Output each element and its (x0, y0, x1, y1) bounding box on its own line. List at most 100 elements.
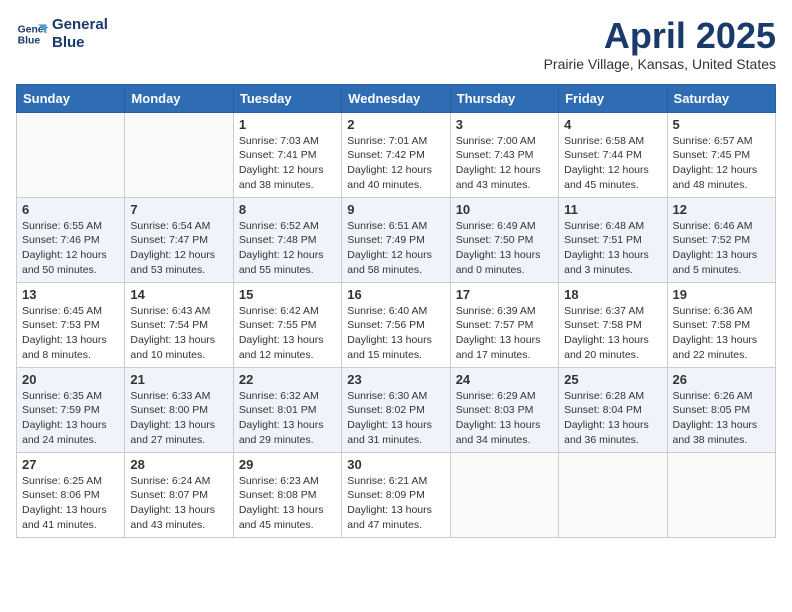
day-number: 20 (22, 372, 119, 387)
day-info: Sunrise: 6:42 AM Sunset: 7:55 PM Dayligh… (239, 304, 336, 363)
day-info: Sunrise: 6:29 AM Sunset: 8:03 PM Dayligh… (456, 389, 553, 448)
day-number: 21 (130, 372, 227, 387)
day-info: Sunrise: 6:40 AM Sunset: 7:56 PM Dayligh… (347, 304, 444, 363)
logo-text-general: General (52, 16, 108, 34)
day-number: 24 (456, 372, 553, 387)
calendar-cell: 29 Sunrise: 6:23 AM Sunset: 8:08 PM Dayli… (233, 452, 341, 537)
day-info: Sunrise: 7:00 AM Sunset: 7:43 PM Dayligh… (456, 134, 553, 193)
header-saturday: Saturday (667, 84, 775, 112)
day-info: Sunrise: 6:51 AM Sunset: 7:49 PM Dayligh… (347, 219, 444, 278)
day-number: 2 (347, 117, 444, 132)
calendar-cell (667, 452, 775, 537)
calendar-cell: 1 Sunrise: 7:03 AM Sunset: 7:41 PM Daylig… (233, 112, 341, 197)
calendar-cell: 10Sunrise: 6:49 AM Sunset: 7:50 PM Dayli… (450, 197, 558, 282)
day-info: Sunrise: 6:28 AM Sunset: 8:04 PM Dayligh… (564, 389, 661, 448)
day-number: 11 (564, 202, 661, 217)
day-info: Sunrise: 6:58 AM Sunset: 7:44 PM Dayligh… (564, 134, 661, 193)
main-title: April 2025 (544, 16, 776, 56)
day-number: 15 (239, 287, 336, 302)
calendar-week-1: 1 Sunrise: 7:03 AM Sunset: 7:41 PM Daylig… (17, 112, 776, 197)
calendar-cell: 2Sunrise: 7:01 AM Sunset: 7:42 PM Daylig… (342, 112, 450, 197)
title-block: April 2025 Prairie Village, Kansas, Unit… (544, 16, 776, 72)
day-number: 18 (564, 287, 661, 302)
calendar-cell: 15 Sunrise: 6:42 AM Sunset: 7:55 PM Dayli… (233, 282, 341, 367)
subtitle: Prairie Village, Kansas, United States (544, 56, 776, 72)
calendar-cell (450, 452, 558, 537)
day-info: Sunrise: 6:48 AM Sunset: 7:51 PM Dayligh… (564, 219, 661, 278)
day-number: 8 (239, 202, 336, 217)
header-wednesday: Wednesday (342, 84, 450, 112)
header-tuesday: Tuesday (233, 84, 341, 112)
day-number: 16 (347, 287, 444, 302)
day-info: Sunrise: 6:49 AM Sunset: 7:50 PM Dayligh… (456, 219, 553, 278)
calendar-cell: 19Sunrise: 6:36 AM Sunset: 7:58 PM Dayli… (667, 282, 775, 367)
logo: General Blue General Blue (16, 16, 108, 52)
day-number: 5 (673, 117, 770, 132)
calendar-week-5: 27 Sunrise: 6:25 AM Sunset: 8:06 PM Dayli… (17, 452, 776, 537)
calendar-cell: 12 Sunrise: 6:46 AM Sunset: 7:52 PM Dayli… (667, 197, 775, 282)
calendar-cell (17, 112, 125, 197)
day-info: Sunrise: 6:52 AM Sunset: 7:48 PM Dayligh… (239, 219, 336, 278)
calendar-cell: 18Sunrise: 6:37 AM Sunset: 7:58 PM Dayli… (559, 282, 667, 367)
day-number: 17 (456, 287, 553, 302)
page-header: General Blue General Blue April 2025 Pra… (16, 16, 776, 72)
day-info: Sunrise: 6:46 AM Sunset: 7:52 PM Dayligh… (673, 219, 770, 278)
calendar-cell: 21Sunrise: 6:33 AM Sunset: 8:00 PM Dayli… (125, 367, 233, 452)
header-monday: Monday (125, 84, 233, 112)
calendar-cell: 9 Sunrise: 6:51 AM Sunset: 7:49 PM Daylig… (342, 197, 450, 282)
calendar-cell: 20Sunrise: 6:35 AM Sunset: 7:59 PM Dayli… (17, 367, 125, 452)
day-info: Sunrise: 6:21 AM Sunset: 8:09 PM Dayligh… (347, 474, 444, 533)
header-sunday: Sunday (17, 84, 125, 112)
day-number: 19 (673, 287, 770, 302)
calendar-week-2: 6Sunrise: 6:55 AM Sunset: 7:46 PM Daylig… (17, 197, 776, 282)
day-info: Sunrise: 6:45 AM Sunset: 7:53 PM Dayligh… (22, 304, 119, 363)
calendar-week-4: 20Sunrise: 6:35 AM Sunset: 7:59 PM Dayli… (17, 367, 776, 452)
day-info: Sunrise: 6:43 AM Sunset: 7:54 PM Dayligh… (130, 304, 227, 363)
calendar-cell: 26 Sunrise: 6:26 AM Sunset: 8:05 PM Dayli… (667, 367, 775, 452)
calendar-week-3: 13 Sunrise: 6:45 AM Sunset: 7:53 PM Dayli… (17, 282, 776, 367)
day-info: Sunrise: 7:03 AM Sunset: 7:41 PM Dayligh… (239, 134, 336, 193)
day-number: 26 (673, 372, 770, 387)
calendar-cell: 28 Sunrise: 6:24 AM Sunset: 8:07 PM Dayli… (125, 452, 233, 537)
day-info: Sunrise: 6:24 AM Sunset: 8:07 PM Dayligh… (130, 474, 227, 533)
calendar-cell: 14Sunrise: 6:43 AM Sunset: 7:54 PM Dayli… (125, 282, 233, 367)
calendar-cell: 3 Sunrise: 7:00 AM Sunset: 7:43 PM Daylig… (450, 112, 558, 197)
calendar-cell: 16 Sunrise: 6:40 AM Sunset: 7:56 PM Dayli… (342, 282, 450, 367)
day-info: Sunrise: 6:54 AM Sunset: 7:47 PM Dayligh… (130, 219, 227, 278)
day-info: Sunrise: 6:25 AM Sunset: 8:06 PM Dayligh… (22, 474, 119, 533)
day-number: 25 (564, 372, 661, 387)
logo-icon: General Blue (16, 18, 48, 50)
day-number: 9 (347, 202, 444, 217)
calendar-cell: 8 Sunrise: 6:52 AM Sunset: 7:48 PM Daylig… (233, 197, 341, 282)
day-number: 4 (564, 117, 661, 132)
day-info: Sunrise: 6:55 AM Sunset: 7:46 PM Dayligh… (22, 219, 119, 278)
calendar-cell: 11 Sunrise: 6:48 AM Sunset: 7:51 PM Dayli… (559, 197, 667, 282)
calendar-cell: 22 Sunrise: 6:32 AM Sunset: 8:01 PM Dayli… (233, 367, 341, 452)
calendar-cell: 27 Sunrise: 6:25 AM Sunset: 8:06 PM Dayli… (17, 452, 125, 537)
day-number: 23 (347, 372, 444, 387)
day-number: 29 (239, 457, 336, 472)
calendar-table: SundayMondayTuesdayWednesdayThursdayFrid… (16, 84, 776, 538)
calendar-cell: 17Sunrise: 6:39 AM Sunset: 7:57 PM Dayli… (450, 282, 558, 367)
calendar-cell: 25 Sunrise: 6:28 AM Sunset: 8:04 PM Dayli… (559, 367, 667, 452)
day-info: Sunrise: 6:32 AM Sunset: 8:01 PM Dayligh… (239, 389, 336, 448)
day-number: 1 (239, 117, 336, 132)
calendar-cell: 6Sunrise: 6:55 AM Sunset: 7:46 PM Daylig… (17, 197, 125, 282)
logo-text-blue: Blue (52, 34, 108, 52)
calendar-cell: 30Sunrise: 6:21 AM Sunset: 8:09 PM Dayli… (342, 452, 450, 537)
day-number: 22 (239, 372, 336, 387)
day-info: Sunrise: 6:23 AM Sunset: 8:08 PM Dayligh… (239, 474, 336, 533)
calendar-cell: 7Sunrise: 6:54 AM Sunset: 7:47 PM Daylig… (125, 197, 233, 282)
day-number: 12 (673, 202, 770, 217)
calendar-cell: 5 Sunrise: 6:57 AM Sunset: 7:45 PM Daylig… (667, 112, 775, 197)
header-thursday: Thursday (450, 84, 558, 112)
day-number: 13 (22, 287, 119, 302)
calendar-cell: 24 Sunrise: 6:29 AM Sunset: 8:03 PM Dayli… (450, 367, 558, 452)
day-info: Sunrise: 6:57 AM Sunset: 7:45 PM Dayligh… (673, 134, 770, 193)
day-number: 28 (130, 457, 227, 472)
day-number: 27 (22, 457, 119, 472)
calendar-cell: 23 Sunrise: 6:30 AM Sunset: 8:02 PM Dayli… (342, 367, 450, 452)
day-info: Sunrise: 6:30 AM Sunset: 8:02 PM Dayligh… (347, 389, 444, 448)
day-number: 3 (456, 117, 553, 132)
day-info: Sunrise: 6:26 AM Sunset: 8:05 PM Dayligh… (673, 389, 770, 448)
